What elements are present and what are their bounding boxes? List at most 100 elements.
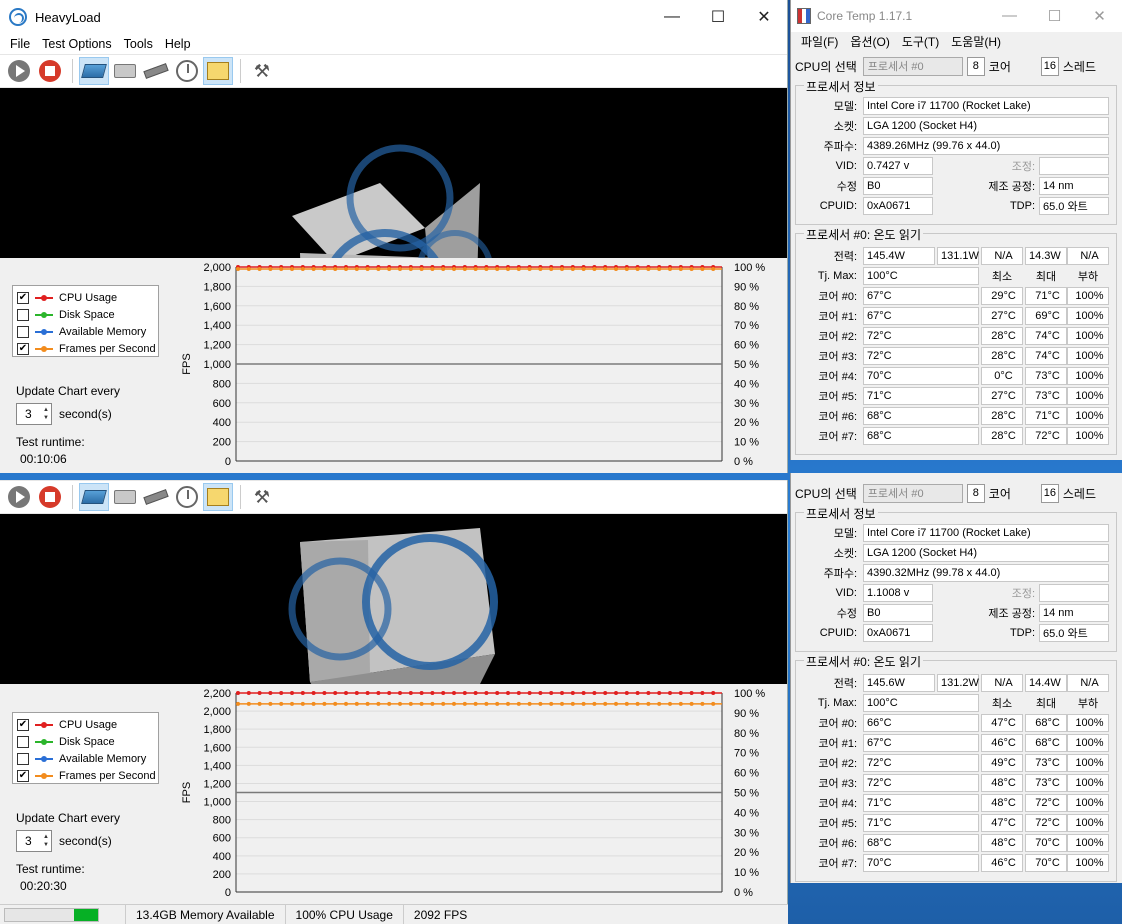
cpu-point	[365, 691, 370, 695]
menu-test-options[interactable]: Test Options	[36, 37, 117, 51]
checkbox-icon[interactable]	[17, 325, 29, 338]
left-tick-label: 200	[213, 437, 231, 449]
disk-load-button[interactable]	[110, 483, 140, 511]
cpu-point	[635, 691, 640, 695]
frequency-label: 주파수:	[823, 141, 857, 153]
model-value: Intel Core i7 11700 (Rocket Lake)	[863, 97, 1109, 115]
group-title: 프로세서 정보	[804, 78, 878, 95]
lithography-value: 14 nm	[1039, 604, 1109, 622]
stop-button[interactable]	[35, 483, 65, 511]
legend-frames-per-second[interactable]: ✔ Frames per Second	[17, 767, 158, 784]
update-interval-spinner[interactable]: 3 ▲ ▼	[16, 403, 52, 425]
memory-load-button[interactable]	[141, 483, 171, 511]
legend-swatch	[35, 738, 53, 745]
status-memory: 13.4GB Memory Available	[125, 904, 285, 924]
maximize-button[interactable]: ☐	[695, 0, 741, 34]
legend-cpu-usage[interactable]: ✔ CPU Usage	[17, 289, 158, 306]
processor-select[interactable]: 프로세서 #0	[862, 483, 963, 503]
start-button[interactable]	[4, 483, 34, 511]
left-tick-label: 1,600	[203, 301, 231, 313]
fps-point	[257, 701, 262, 706]
window-title: Core Temp 1.17.1	[817, 9, 913, 23]
left-tick-label: 1,800	[203, 281, 231, 293]
update-interval-spinner[interactable]: 3 ▲ ▼	[16, 830, 52, 852]
disk-load-button[interactable]	[110, 57, 140, 85]
menu-help[interactable]: Help	[159, 37, 197, 51]
chart-button[interactable]	[203, 57, 233, 85]
minimize-button[interactable]: —	[649, 0, 695, 34]
legend-available-memory[interactable]: Available Memory	[17, 750, 158, 767]
menu-file[interactable]: File	[4, 37, 36, 51]
checkbox-checked-icon[interactable]: ✔	[17, 291, 29, 304]
threads-label: 스레드	[1062, 59, 1097, 74]
core-temp: 72°C	[863, 347, 979, 365]
left-axis-label: FPS	[181, 782, 193, 803]
spinner-arrows-icon[interactable]: ▲ ▼	[43, 833, 49, 849]
gpu-load-button[interactable]	[172, 57, 202, 85]
tools-button[interactable]: ⚒	[247, 483, 277, 511]
test-runtime-label: Test runtime:	[16, 435, 85, 449]
start-button[interactable]	[4, 57, 34, 85]
checkbox-checked-icon[interactable]: ✔	[17, 769, 29, 782]
checkbox-icon[interactable]	[17, 308, 29, 321]
legend-disk-space[interactable]: Disk Space	[17, 733, 158, 750]
left-tick-label: 1,400	[203, 760, 231, 772]
gpu-load-button[interactable]	[172, 483, 202, 511]
core-min: 47°C	[981, 714, 1023, 732]
checkbox-checked-icon[interactable]: ✔	[17, 342, 29, 355]
menu-tools[interactable]: Tools	[118, 37, 159, 51]
title-bar[interactable]: Core Temp 1.17.1 — ☐ ✕	[791, 0, 1122, 32]
processor-select[interactable]: 프로세서 #0	[862, 56, 963, 76]
fps-point	[290, 266, 294, 271]
fps-point	[365, 266, 370, 271]
legend-label: CPU Usage	[59, 291, 118, 304]
legend-frames-per-second[interactable]: ✔ Frames per Second	[17, 340, 158, 357]
cpu-point	[668, 691, 672, 695]
cpu-point	[614, 691, 618, 695]
group-title: 프로세서 #0: 온도 읽기	[804, 653, 924, 670]
right-tick-label: 10 %	[734, 867, 759, 879]
right-tick-label: 80 %	[734, 728, 759, 740]
menu-file[interactable]: 파일(F)	[795, 33, 844, 50]
menu-tools[interactable]: 도구(T)	[896, 33, 945, 50]
cpu-point	[236, 691, 240, 695]
tools-button[interactable]: ⚒	[247, 57, 277, 85]
legend-disk-space[interactable]: Disk Space	[17, 306, 158, 323]
cpu-load-button[interactable]	[79, 57, 109, 85]
right-tick-label: 20 %	[734, 417, 759, 429]
core-max: 68°C	[1025, 734, 1067, 752]
load-chart: 2,200 2,000 1,800 1,600 1,400 1,200 1,000 800 60…	[181, 688, 765, 899]
checkbox-checked-icon[interactable]: ✔	[17, 718, 29, 731]
menu-help[interactable]: 도움말(H)	[945, 33, 1007, 50]
minimize-button[interactable]: —	[987, 7, 1032, 25]
left-tick-label: 600	[213, 833, 231, 845]
title-bar[interactable]: HeavyLoad — ☐ ✕	[0, 0, 787, 34]
legend-cpu-usage[interactable]: ✔ CPU Usage	[17, 716, 158, 733]
cpu-point	[419, 691, 424, 695]
cpu-load-button[interactable]	[79, 483, 109, 511]
checkbox-icon[interactable]	[17, 752, 29, 765]
legend-available-memory[interactable]: Available Memory	[17, 323, 158, 340]
fps-point	[376, 701, 381, 706]
close-button[interactable]: ✕	[1077, 7, 1122, 25]
fps-point	[311, 266, 316, 271]
cpu-select-label: CPU의 선택	[795, 59, 857, 74]
maximize-button[interactable]: ☐	[1032, 7, 1077, 25]
modulation-value	[1039, 157, 1109, 175]
chart-button[interactable]	[203, 483, 233, 511]
checkbox-icon[interactable]	[17, 735, 29, 748]
test-runtime-value: 00:20:30	[20, 879, 67, 893]
close-button[interactable]: ✕	[741, 0, 787, 34]
core-label: 코어 #1:	[818, 738, 857, 750]
lithography-label: 제조 공정:	[988, 181, 1035, 193]
memory-load-button[interactable]	[141, 57, 171, 85]
menu-options[interactable]: 옵션(O)	[844, 33, 895, 50]
spinner-arrows-icon[interactable]: ▲ ▼	[43, 406, 49, 422]
core-min: 28°C	[981, 327, 1023, 345]
core-load: 100%	[1067, 327, 1109, 345]
left-tick-label: 800	[213, 378, 231, 390]
update-chart-label: Update Chart every	[16, 811, 121, 825]
fps-point	[592, 701, 597, 706]
heavyload-window-top: HeavyLoad — ☐ ✕ File Test Options Tools …	[0, 0, 788, 473]
stop-button[interactable]	[35, 57, 65, 85]
